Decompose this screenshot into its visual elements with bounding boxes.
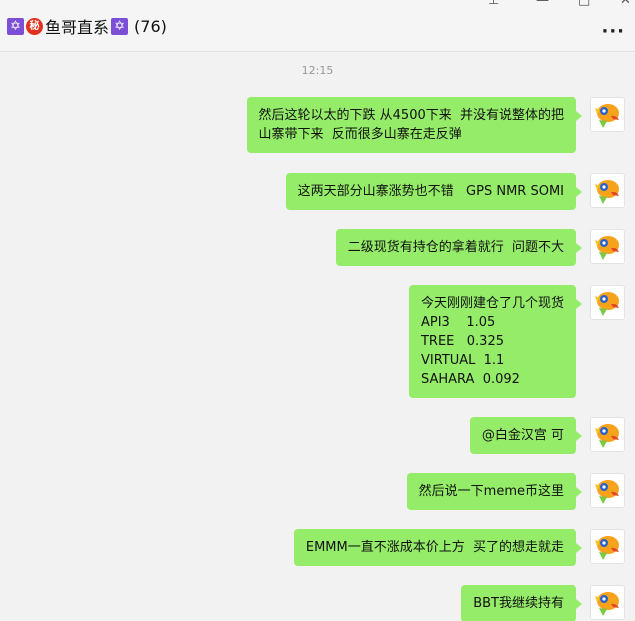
message-text: 今天刚刚建仓了几个现货 bbox=[420, 296, 564, 311]
user-avatar[interactable] bbox=[590, 473, 625, 508]
message-text: 然后这轮以太的下跌 从4500下来 并没有说整体的把 bbox=[258, 108, 564, 123]
message-text: 二级现货有持仓的拿着就行 问题不大 bbox=[347, 240, 564, 255]
chat-title: ✡ 秘 鱼哥直系 ✡ (76) bbox=[7, 14, 167, 38]
title-bar: ⊥ — □ ✕ ✡ 秘 鱼哥直系 ✡ (76) ··· bbox=[0, 0, 635, 52]
group-name: 鱼哥直系 bbox=[45, 18, 110, 37]
user-avatar[interactable] bbox=[590, 285, 625, 320]
minimize-icon[interactable]: — bbox=[536, 0, 549, 8]
maximize-icon[interactable]: □ bbox=[578, 0, 590, 8]
message-bubble[interactable]: 今天刚刚建仓了几个现货 API3 1.05 TREE 0.325 VIRTUAL 1.… bbox=[408, 285, 583, 398]
message-bubble[interactable]: 二级现货有持仓的拿着就行 问题不大 bbox=[335, 229, 583, 266]
close-icon[interactable]: ✕ bbox=[620, 0, 631, 8]
user-avatar[interactable] bbox=[590, 97, 625, 132]
message-text: EMMM一直不涨成本价上方 买了的想走就走 bbox=[305, 540, 564, 555]
message-text: 这两天部分山寨涨势也不错 GPS NMR SOMI bbox=[297, 184, 564, 199]
message-text: @白金汉宫 可 bbox=[481, 428, 564, 443]
message-bubble[interactable]: 然后这轮以太的下跌 从4500下来 并没有说整体的把 山寨带下来 反而很多山寨在走… bbox=[246, 97, 583, 153]
message-text: BBT我继续持有 bbox=[473, 596, 564, 611]
message-bubble[interactable]: EMMM一直不涨成本价上方 买了的想走就走 bbox=[293, 529, 583, 566]
message-text: 然后说一下meme币这里 bbox=[418, 484, 564, 499]
user-avatar[interactable] bbox=[590, 529, 625, 564]
message-bubble[interactable]: 然后说一下meme币这里 bbox=[406, 473, 583, 510]
secret-ideograph-icon: 秘 bbox=[26, 17, 43, 35]
pin-icon[interactable]: ⊥ bbox=[488, 0, 499, 8]
message-bubble[interactable]: BBT我继续持有 bbox=[461, 585, 582, 621]
more-icon[interactable]: ··· bbox=[601, 23, 625, 41]
message-bubble[interactable]: @白金汉宫 可 bbox=[469, 417, 583, 454]
message-text: TREE 0.325 bbox=[420, 334, 504, 349]
member-count: (76) bbox=[134, 16, 167, 36]
message-timestamp: 12:15 bbox=[301, 64, 334, 77]
star-of-david-icon: ✡ bbox=[7, 17, 24, 35]
chat-window: ⊥ — □ ✕ ✡ 秘 鱼哥直系 ✡ (76) ··· 12:15 然后这轮以太… bbox=[0, 0, 635, 621]
user-avatar[interactable] bbox=[590, 417, 625, 452]
message-text: VIRTUAL 1.1 bbox=[420, 353, 505, 368]
user-avatar[interactable] bbox=[590, 229, 625, 264]
message-text: SAHARA 0.092 bbox=[420, 372, 520, 387]
message-text: API3 1.05 bbox=[420, 315, 496, 330]
star-of-david-icon: ✡ bbox=[111, 17, 129, 35]
user-avatar[interactable] bbox=[590, 173, 625, 208]
message-text: 山寨带下来 反而很多山寨在走反弹 bbox=[258, 127, 462, 142]
message-bubble[interactable]: 这两天部分山寨涨势也不错 GPS NMR SOMI bbox=[285, 173, 583, 210]
user-avatar[interactable] bbox=[590, 585, 625, 620]
